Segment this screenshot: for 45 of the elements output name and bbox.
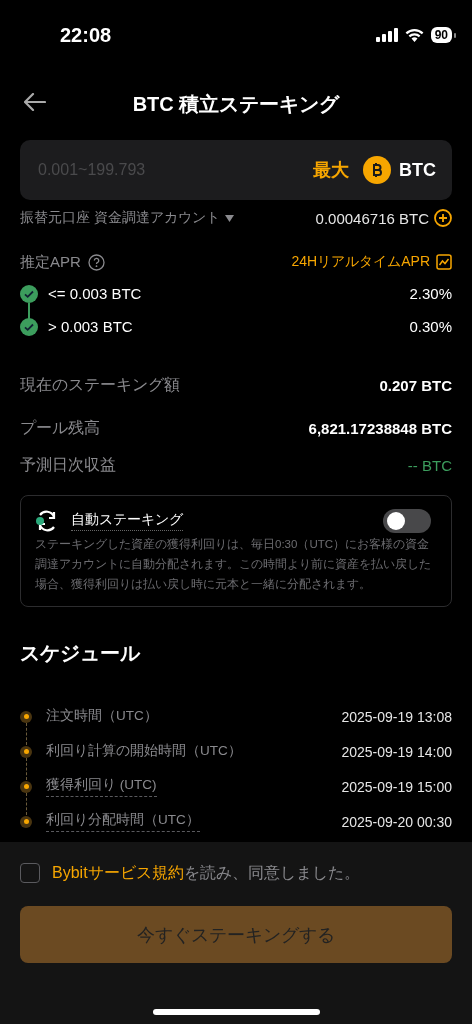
apr-label: 推定APR — [20, 252, 81, 272]
tier-rate: 2.30% — [409, 285, 452, 302]
wifi-icon — [404, 28, 424, 42]
tier-range: <= 0.003 BTC — [48, 285, 142, 302]
schedule-label: 利回り計算の開始時間（UTC） — [46, 741, 242, 760]
timeline-dot — [20, 780, 32, 793]
max-link[interactable]: 最大 — [313, 158, 349, 182]
timeline-dot — [20, 710, 32, 723]
tier-rate: 0.30% — [409, 318, 452, 335]
auto-staking-title: 自動ステーキング — [71, 511, 183, 531]
auto-staking-description: ステーキングした資産の獲得利回りは、毎日0:30（UTC）にお客様の資金調達アカウントに自動分配されます。この時間より前に資産を払い戻した場合、獲得利回りは払い戻し時に元本と一緒に分配されます。 — [35, 537, 432, 592]
schedule-label: 注文時間（UTC） — [46, 706, 158, 725]
auto-staking-toggle[interactable] — [383, 509, 431, 533]
chart-icon[interactable] — [436, 254, 452, 270]
schedule-time: 2025-09-19 15:00 — [341, 778, 452, 795]
agree-checkbox[interactable] — [20, 863, 40, 883]
timeline-dot — [20, 745, 32, 758]
dropdown-caret-icon[interactable] — [224, 214, 234, 222]
coin-label: BTC — [399, 159, 436, 181]
stat-label: 予測日次収益 — [20, 454, 116, 475]
stat-label: 現在のステーキング額 — [20, 374, 180, 395]
schedule-time: 2025-09-20 00:30 — [341, 813, 452, 830]
stat-label: プール残高 — [20, 417, 100, 438]
schedule-label[interactable]: 利回り分配時間（UTC） — [46, 811, 200, 832]
schedule-time: 2025-09-19 13:08 — [341, 708, 452, 725]
account-balance: 0.00046716 BTC — [315, 209, 429, 227]
stat-value: 6,821.17238848 BTC — [308, 419, 452, 437]
tier-range: > 0.003 BTC — [48, 318, 133, 335]
stat-value: -- BTC — [407, 456, 452, 474]
clock-time: 22:08 — [60, 23, 113, 47]
schedule-heading: スケジュール — [20, 640, 142, 666]
stat-value: 0.207 BTC — [379, 376, 452, 394]
source-account-dropdown[interactable]: 振替元口座 資金調達アカウント — [20, 209, 220, 227]
back-arrow-icon[interactable] — [24, 93, 46, 111]
schedule-label[interactable]: 獲得利回り (UTC) — [46, 776, 157, 797]
realtime-apr-link[interactable]: 24HリアルタイムAPR — [291, 253, 430, 271]
add-plus-icon[interactable] — [434, 209, 452, 227]
schedule-time: 2025-09-19 14:00 — [341, 743, 452, 760]
timeline-dot — [20, 815, 32, 828]
page-title: BTC 積立ステーキング — [132, 91, 340, 117]
bitcoin-coin-icon — [363, 156, 391, 184]
terms-link[interactable]: Bybitサービス規約 — [52, 863, 184, 881]
agreement-text: Bybitサービス規約を読み、同意しました。 — [52, 862, 360, 883]
signal-icon — [375, 28, 398, 42]
help-icon[interactable] — [87, 253, 105, 271]
